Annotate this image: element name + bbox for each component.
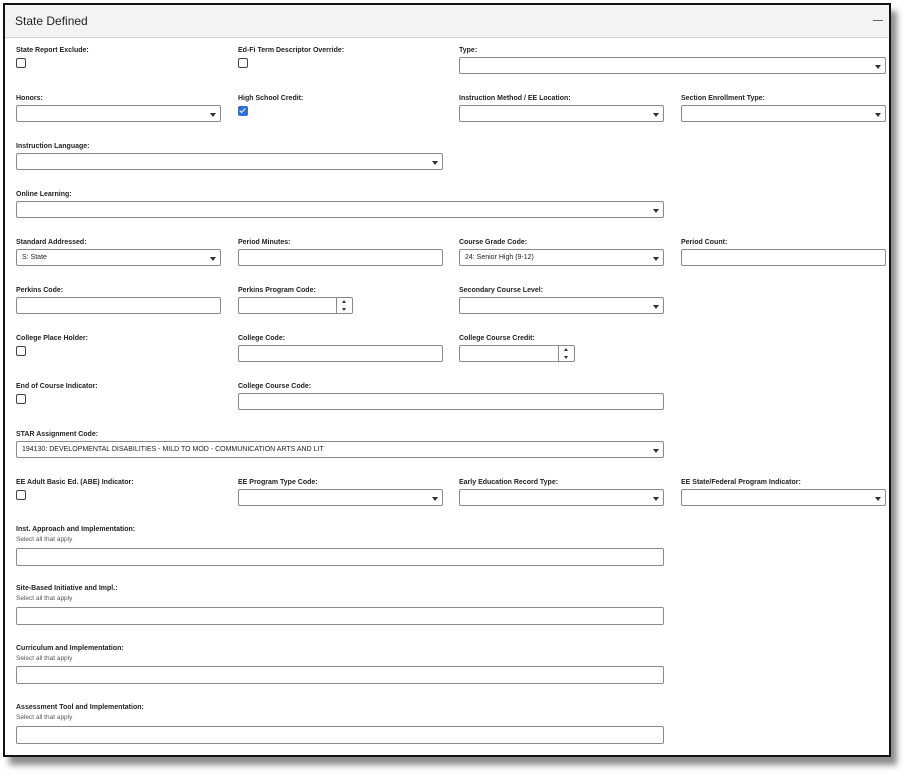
course-grade-code-select[interactable]: 24: Senior High (9-12) xyxy=(459,249,664,266)
ee-abe-indicator-checkbox[interactable] xyxy=(16,490,26,500)
perkins-code-input[interactable] xyxy=(16,297,221,314)
panel-header: State Defined xyxy=(5,5,889,38)
star-assignment-code-label: STAR Assignment Code: xyxy=(16,431,99,438)
honors-select[interactable] xyxy=(16,105,221,122)
site-based-label: Site-Based Initiative and Impl.: xyxy=(16,585,118,592)
chevron-down-icon xyxy=(432,497,438,501)
edfi-override-checkbox[interactable] xyxy=(238,58,248,68)
course-grade-code-value: 24: Senior High (9-12) xyxy=(465,254,534,261)
state-defined-panel: State Defined State Report Exclude: Ed-F… xyxy=(3,3,891,757)
edfi-override-label: Ed-Fi Term Descriptor Override: xyxy=(238,47,345,54)
college-course-code-label: College Course Code: xyxy=(238,383,312,390)
curriculum-label: Curriculum and Implementation: xyxy=(16,645,124,652)
state-report-exclude-label: State Report Exclude: xyxy=(16,47,89,54)
chevron-down-icon xyxy=(875,65,881,69)
period-minutes-label: Period Minutes: xyxy=(238,239,291,246)
college-code-input[interactable] xyxy=(238,345,443,362)
college-course-code-input[interactable] xyxy=(238,393,664,410)
chevron-down-icon xyxy=(653,257,659,261)
college-code-label: College Code: xyxy=(238,335,286,342)
inst-approach-label: Inst. Approach and Implementation: xyxy=(16,526,136,533)
instruction-language-label: Instruction Language: xyxy=(16,143,90,150)
eoc-indicator-label: End of Course Indicator: xyxy=(16,383,98,390)
chevron-down-icon xyxy=(653,497,659,501)
site-based-multiselect[interactable] xyxy=(16,607,664,625)
standard-addressed-select[interactable]: S: State xyxy=(16,249,221,266)
honors-label: Honors: xyxy=(16,95,43,102)
up-down-arrows-icon[interactable] xyxy=(336,298,352,313)
early-ed-record-type-label: Early Education Record Type: xyxy=(459,479,559,486)
perkins-program-code-stepper[interactable] xyxy=(238,297,353,314)
type-select[interactable] xyxy=(459,57,886,74)
curriculum-multiselect[interactable] xyxy=(16,666,664,684)
perkins-program-code-label: Perkins Program Code: xyxy=(238,287,316,294)
inst-approach-multiselect[interactable] xyxy=(16,548,664,566)
college-course-credit-stepper[interactable] xyxy=(459,345,575,362)
period-minutes-input[interactable] xyxy=(238,249,443,266)
assessment-tool-multiselect[interactable] xyxy=(16,726,664,744)
up-down-arrows-icon[interactable] xyxy=(558,346,574,361)
assessment-tool-hint: Select all that apply xyxy=(16,714,73,721)
period-count-label: Period Count: xyxy=(681,239,728,246)
section-enrollment-type-select[interactable] xyxy=(681,105,886,122)
secondary-course-level-label: Secondary Course Level: xyxy=(459,287,544,294)
course-grade-code-label: Course Grade Code: xyxy=(459,239,528,246)
ee-state-federal-select[interactable] xyxy=(681,489,886,506)
chevron-down-icon xyxy=(210,257,216,261)
chevron-down-icon xyxy=(653,449,659,453)
early-ed-record-type-select[interactable] xyxy=(459,489,664,506)
ee-program-type-code-select[interactable] xyxy=(238,489,443,506)
standard-addressed-value: S: State xyxy=(22,254,47,261)
inst-approach-hint: Select all that apply xyxy=(16,536,73,543)
college-place-holder-label: College Place Holder: xyxy=(16,335,88,342)
online-learning-select[interactable] xyxy=(16,201,664,218)
standard-addressed-label: Standard Addressed: xyxy=(16,239,87,246)
chevron-down-icon xyxy=(210,113,216,117)
minus-icon[interactable] xyxy=(873,20,883,21)
period-count-input[interactable] xyxy=(681,249,886,266)
chevron-down-icon xyxy=(653,305,659,309)
college-place-holder-checkbox[interactable] xyxy=(16,346,26,356)
chevron-down-icon xyxy=(875,497,881,501)
instruction-method-label: Instruction Method / EE Location: xyxy=(459,95,571,102)
hs-credit-checkbox[interactable] xyxy=(238,106,248,116)
chevron-down-icon xyxy=(432,161,438,165)
hs-credit-label: High School Credit: xyxy=(238,95,304,102)
college-course-credit-label: College Course Credit: xyxy=(459,335,535,342)
ee-program-type-code-label: EE Program Type Code: xyxy=(238,479,318,486)
instruction-language-select[interactable] xyxy=(16,153,443,170)
state-report-exclude-checkbox[interactable] xyxy=(16,58,26,68)
site-based-hint: Select all that apply xyxy=(16,595,73,602)
star-assignment-code-value: 194130: DEVELOPMENTAL DISABILITIES - MIL… xyxy=(22,446,324,453)
type-label: Type: xyxy=(459,47,478,54)
secondary-course-level-select[interactable] xyxy=(459,297,664,314)
perkins-code-label: Perkins Code: xyxy=(16,287,64,294)
online-learning-label: Online Learning: xyxy=(16,191,72,198)
ee-state-federal-label: EE State/Federal Program Indicator: xyxy=(681,479,801,486)
eoc-indicator-checkbox[interactable] xyxy=(16,394,26,404)
panel-title: State Defined xyxy=(15,14,88,28)
star-assignment-code-select[interactable]: 194130: DEVELOPMENTAL DISABILITIES - MIL… xyxy=(16,441,664,458)
assessment-tool-label: Assessment Tool and Implementation: xyxy=(16,704,144,711)
chevron-down-icon xyxy=(875,113,881,117)
curriculum-hint: Select all that apply xyxy=(16,655,73,662)
instruction-method-select[interactable] xyxy=(459,105,664,122)
chevron-down-icon xyxy=(653,209,659,213)
chevron-down-icon xyxy=(653,113,659,117)
ee-abe-indicator-label: EE Adult Basic Ed. (ABE) Indicator: xyxy=(16,479,134,486)
section-enrollment-type-label: Section Enrollment Type: xyxy=(681,95,765,102)
